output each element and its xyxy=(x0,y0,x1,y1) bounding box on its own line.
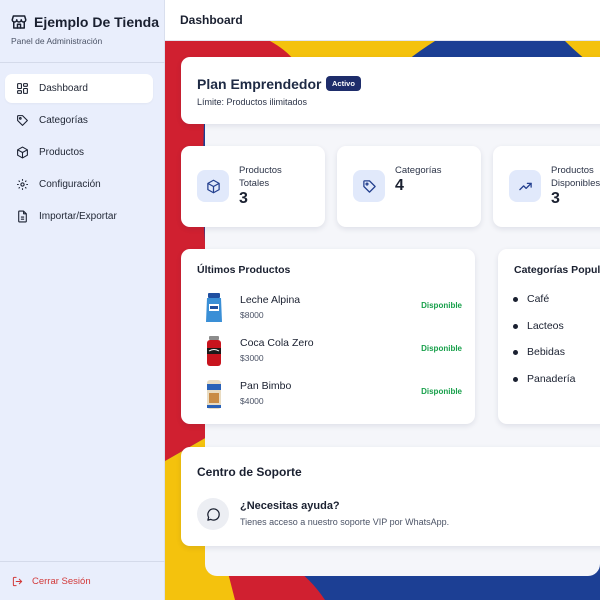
box-icon xyxy=(197,170,229,202)
logout-label: Cerrar Sesión xyxy=(32,576,91,587)
sidebar-item-importar-exportar[interactable]: Importar/Exportar xyxy=(5,202,153,231)
tag-icon xyxy=(353,170,385,202)
trend-up-icon xyxy=(509,170,541,202)
sidebar-item-productos[interactable]: Productos xyxy=(5,138,153,167)
logout-icon xyxy=(12,576,23,587)
chat-icon[interactable] xyxy=(197,498,229,530)
box-icon xyxy=(17,146,28,159)
list-item: Café xyxy=(513,293,549,305)
stat-value: 3 xyxy=(239,190,248,207)
status-badge: Disponible xyxy=(421,301,462,310)
popular-categories-card: Categorías Populares Café Lacteos Bebida… xyxy=(498,249,600,424)
list-item[interactable]: Pan Bimbo $4000 Disponible xyxy=(197,378,462,414)
sidebar-item-dashboard[interactable]: Dashboard xyxy=(5,74,153,103)
product-name: Pan Bimbo xyxy=(240,380,292,392)
stat-value: 4 xyxy=(395,177,404,194)
product-image xyxy=(207,380,221,409)
store-name: Ejemplo De Tienda xyxy=(34,14,159,30)
plan-title: Plan Emprendedor xyxy=(197,76,322,92)
sidebar-item-label: Importar/Exportar xyxy=(39,211,117,222)
store-icon xyxy=(10,13,28,31)
list-item[interactable]: Leche Alpina $8000 Disponible xyxy=(197,292,462,328)
product-image xyxy=(207,336,221,366)
bullet xyxy=(513,376,518,382)
stat-card-categories: Categorías 4 xyxy=(337,146,481,227)
sidebar: Ejemplo De Tienda Panel de Administració… xyxy=(0,0,165,600)
bullet xyxy=(513,296,518,302)
latest-products-card: Últimos Productos Leche Alpina $8000 Dis… xyxy=(181,249,475,424)
support-card: Centro de Soporte ¿Necesitas ayuda? Tien… xyxy=(181,447,600,546)
status-badge: Disponible xyxy=(421,387,462,396)
plan-limit: Límite: Productos ilimitados xyxy=(197,97,308,107)
stat-card-available-products: Productos Disponibles 3 xyxy=(493,146,600,227)
section-title: Últimos Productos xyxy=(197,264,291,276)
list-item: Bebidas xyxy=(513,346,565,358)
category-name: Café xyxy=(527,293,550,305)
status-badge: Activo xyxy=(326,76,361,91)
category-name: Bebidas xyxy=(527,346,565,358)
tag-icon xyxy=(17,115,28,126)
category-name: Panadería xyxy=(527,373,576,385)
stat-card-total-products: Productos Totales 3 xyxy=(181,146,325,227)
sidebar-item-categorias[interactable]: Categorías xyxy=(5,106,153,135)
status-badge: Disponible xyxy=(421,344,462,353)
product-name: Leche Alpina xyxy=(240,294,301,306)
bullet xyxy=(513,323,518,329)
sidebar-item-configuracion[interactable]: Configuración xyxy=(5,170,153,199)
list-item: Lacteos xyxy=(513,320,564,332)
brand: Ejemplo De Tienda Panel de Administració… xyxy=(10,13,160,46)
product-name: Coca Cola Zero xyxy=(240,337,314,349)
stat-label: Categorías xyxy=(395,165,442,176)
product-image xyxy=(206,293,222,322)
logout-button[interactable]: Cerrar Sesión xyxy=(12,576,91,587)
sidebar-item-label: Dashboard xyxy=(39,83,88,94)
list-item: Panadería xyxy=(513,373,575,385)
bullet xyxy=(513,349,518,355)
top-header: Dashboard xyxy=(165,0,600,41)
sidebar-item-label: Productos xyxy=(39,147,85,158)
dashboard-grid-icon xyxy=(17,83,28,94)
product-price: $4000 xyxy=(240,396,264,406)
sidebar-item-label: Configuración xyxy=(39,179,101,190)
file-icon xyxy=(18,210,27,223)
admin-panel-subtitle: Panel de Administración xyxy=(11,36,103,46)
plan-card: Plan Emprendedor Activo Límite: Producto… xyxy=(181,57,600,124)
category-name: Lacteos xyxy=(527,320,564,332)
section-title: Categorías Populares xyxy=(514,264,600,276)
page-title: Dashboard xyxy=(180,13,243,27)
divider xyxy=(0,62,165,63)
divider xyxy=(0,561,165,562)
support-question: ¿Necesitas ayuda? xyxy=(240,500,340,512)
gear-icon xyxy=(17,179,28,190)
sidebar-item-label: Categorías xyxy=(39,115,88,126)
stat-label: Productos Disponibles xyxy=(551,165,600,189)
support-text: Tienes acceso a nuestro soporte VIP por … xyxy=(240,517,450,527)
sidebar-nav: Dashboard Categorías Productos Configura… xyxy=(5,74,153,234)
product-price: $3000 xyxy=(240,353,264,363)
stat-label: Productos Totales xyxy=(239,165,282,189)
list-item[interactable]: Coca Cola Zero $3000 Disponible xyxy=(197,335,462,371)
stat-value: 3 xyxy=(551,190,560,207)
section-title: Centro de Soporte xyxy=(197,465,302,479)
product-price: $8000 xyxy=(240,310,264,320)
